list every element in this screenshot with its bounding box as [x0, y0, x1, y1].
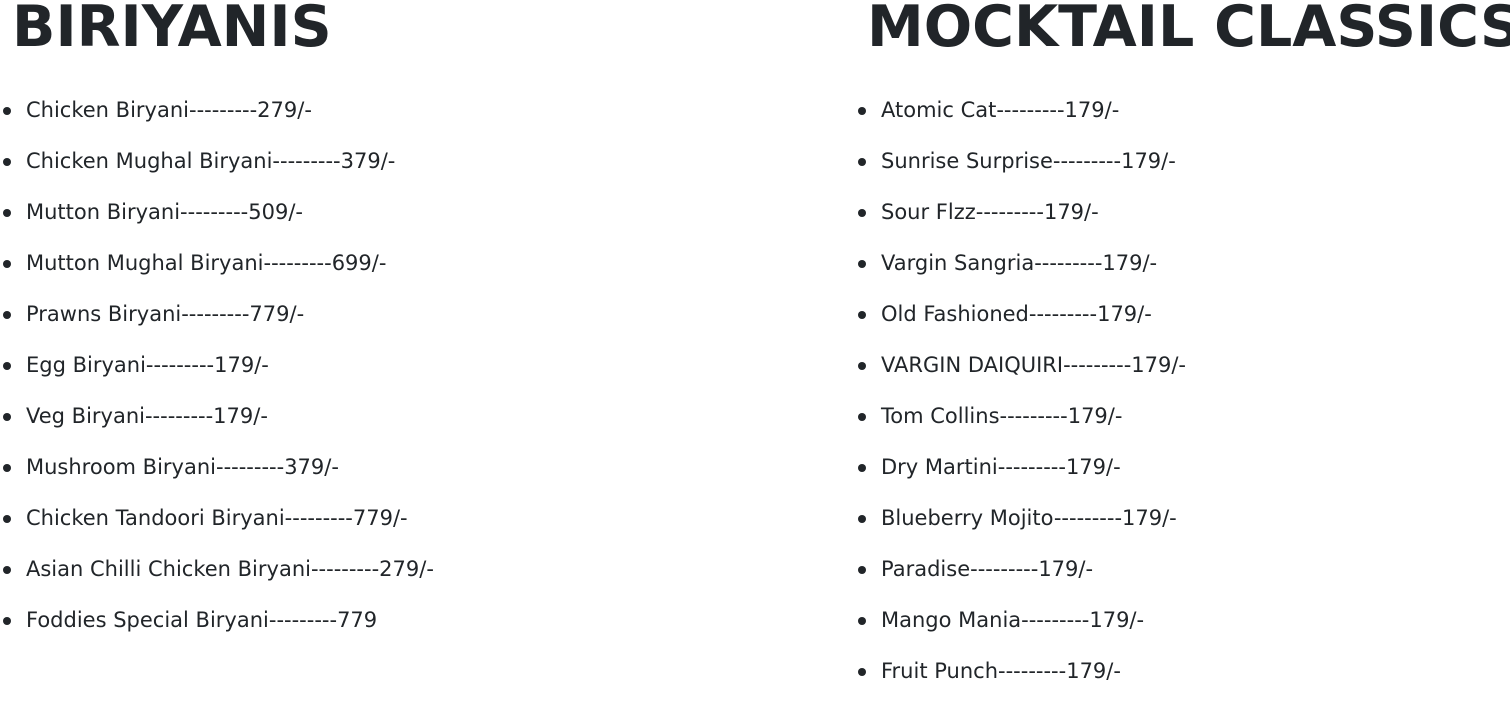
bullet-icon — [3, 158, 11, 166]
list-item: Sunrise Surprise---------179/- — [855, 136, 1186, 187]
menu-item-label: Egg Biryani---------179/- — [26, 353, 269, 377]
bullet-icon — [858, 158, 866, 166]
menu-item-label: Foddies Special Biryani---------779 — [26, 608, 378, 632]
list-item: Tom Collins---------179/- — [855, 391, 1186, 442]
bullet-icon — [3, 311, 11, 319]
menu-item-label: Prawns Biryani---------779/- — [26, 302, 305, 326]
bullet-icon — [3, 260, 11, 268]
menu-item-label: Chicken Tandoori Biryani---------779/- — [26, 506, 408, 530]
menu-item-label: Old Fashioned---------179/- — [881, 302, 1152, 326]
bullet-icon — [858, 464, 866, 472]
list-item: Fruit Punch---------179/- — [855, 646, 1186, 697]
menu-item-label: Fruit Punch---------179/- — [881, 659, 1121, 683]
list-item: Old Fashioned---------179/- — [855, 289, 1186, 340]
bullet-icon — [3, 107, 11, 115]
section-title-mocktail-classics: MOCKTAIL CLASSICS — [867, 0, 1510, 60]
list-item: Sour Flzz---------179/- — [855, 187, 1186, 238]
bullet-icon — [3, 362, 11, 370]
bullet-icon — [858, 260, 866, 268]
list-item: Prawns Biryani---------779/- — [0, 289, 434, 340]
bullet-icon — [858, 413, 866, 421]
list-item: Chicken Mughal Biryani---------379/- — [0, 136, 434, 187]
menu-item-label: Mango Mania---------179/- — [881, 608, 1145, 632]
list-item: VARGIN DAIQUIRI---------179/- — [855, 340, 1186, 391]
section-title-biriyanis: BIRIYANIS — [12, 0, 332, 60]
list-item: Mutton Biryani---------509/- — [0, 187, 434, 238]
list-item: Paradise---------179/- — [855, 544, 1186, 595]
bullet-icon — [858, 668, 866, 676]
list-item: Vargin Sangria---------179/- — [855, 238, 1186, 289]
menu-item-label: Dry Martini---------179/- — [881, 455, 1121, 479]
bullet-icon — [858, 515, 866, 523]
bullet-icon — [3, 413, 11, 421]
list-item: Chicken Biryani---------279/- — [0, 85, 434, 136]
list-item: Veg Biryani---------179/- — [0, 391, 434, 442]
menu-item-label: Tom Collins---------179/- — [881, 404, 1123, 428]
menu-item-label: Atomic Cat---------179/- — [881, 98, 1120, 122]
bullet-icon — [858, 617, 866, 625]
menu-item-label: Chicken Biryani---------279/- — [26, 98, 312, 122]
list-item: Atomic Cat---------179/- — [855, 85, 1186, 136]
bullet-icon — [3, 566, 11, 574]
menu-item-label: Chicken Mughal Biryani---------379/- — [26, 149, 396, 173]
bullet-icon — [3, 617, 11, 625]
bullet-icon — [858, 566, 866, 574]
bullet-icon — [3, 209, 11, 217]
menu-item-label: Blueberry Mojito---------179/- — [881, 506, 1177, 530]
list-item: Dry Martini---------179/- — [855, 442, 1186, 493]
menu-item-label: Mutton Biryani---------509/- — [26, 200, 303, 224]
menu-item-label: Vargin Sangria---------179/- — [881, 251, 1158, 275]
bullet-icon — [858, 311, 866, 319]
mocktail-classics-list: Atomic Cat---------179/- Sunrise Surpris… — [855, 85, 1186, 697]
menu-item-label: Sunrise Surprise---------179/- — [881, 149, 1176, 173]
menu-item-label: Sour Flzz---------179/- — [881, 200, 1099, 224]
menu-item-label: Mushroom Biryani---------379/- — [26, 455, 339, 479]
list-item: Asian Chilli Chicken Biryani---------279… — [0, 544, 434, 595]
list-item: Chicken Tandoori Biryani---------779/- — [0, 493, 434, 544]
menu-item-label: VARGIN DAIQUIRI---------179/- — [881, 353, 1187, 377]
bullet-icon — [3, 515, 11, 523]
biriyanis-list: Chicken Biryani---------279/- Chicken Mu… — [0, 85, 434, 646]
menu-item-label: Mutton Mughal Biryani---------699/- — [26, 251, 387, 275]
menu-item-label: Paradise---------179/- — [881, 557, 1094, 581]
bullet-icon — [858, 362, 866, 370]
bullet-icon — [3, 464, 11, 472]
list-item: Mango Mania---------179/- — [855, 595, 1186, 646]
menu-item-label: Asian Chilli Chicken Biryani---------279… — [26, 557, 434, 581]
bullet-icon — [858, 107, 866, 115]
list-item: Blueberry Mojito---------179/- — [855, 493, 1186, 544]
menu-item-label: Veg Biryani---------179/- — [26, 404, 268, 428]
list-item: Mushroom Biryani---------379/- — [0, 442, 434, 493]
bullet-icon — [858, 209, 866, 217]
list-item: Mutton Mughal Biryani---------699/- — [0, 238, 434, 289]
list-item: Foddies Special Biryani---------779 — [0, 595, 434, 646]
list-item: Egg Biryani---------179/- — [0, 340, 434, 391]
